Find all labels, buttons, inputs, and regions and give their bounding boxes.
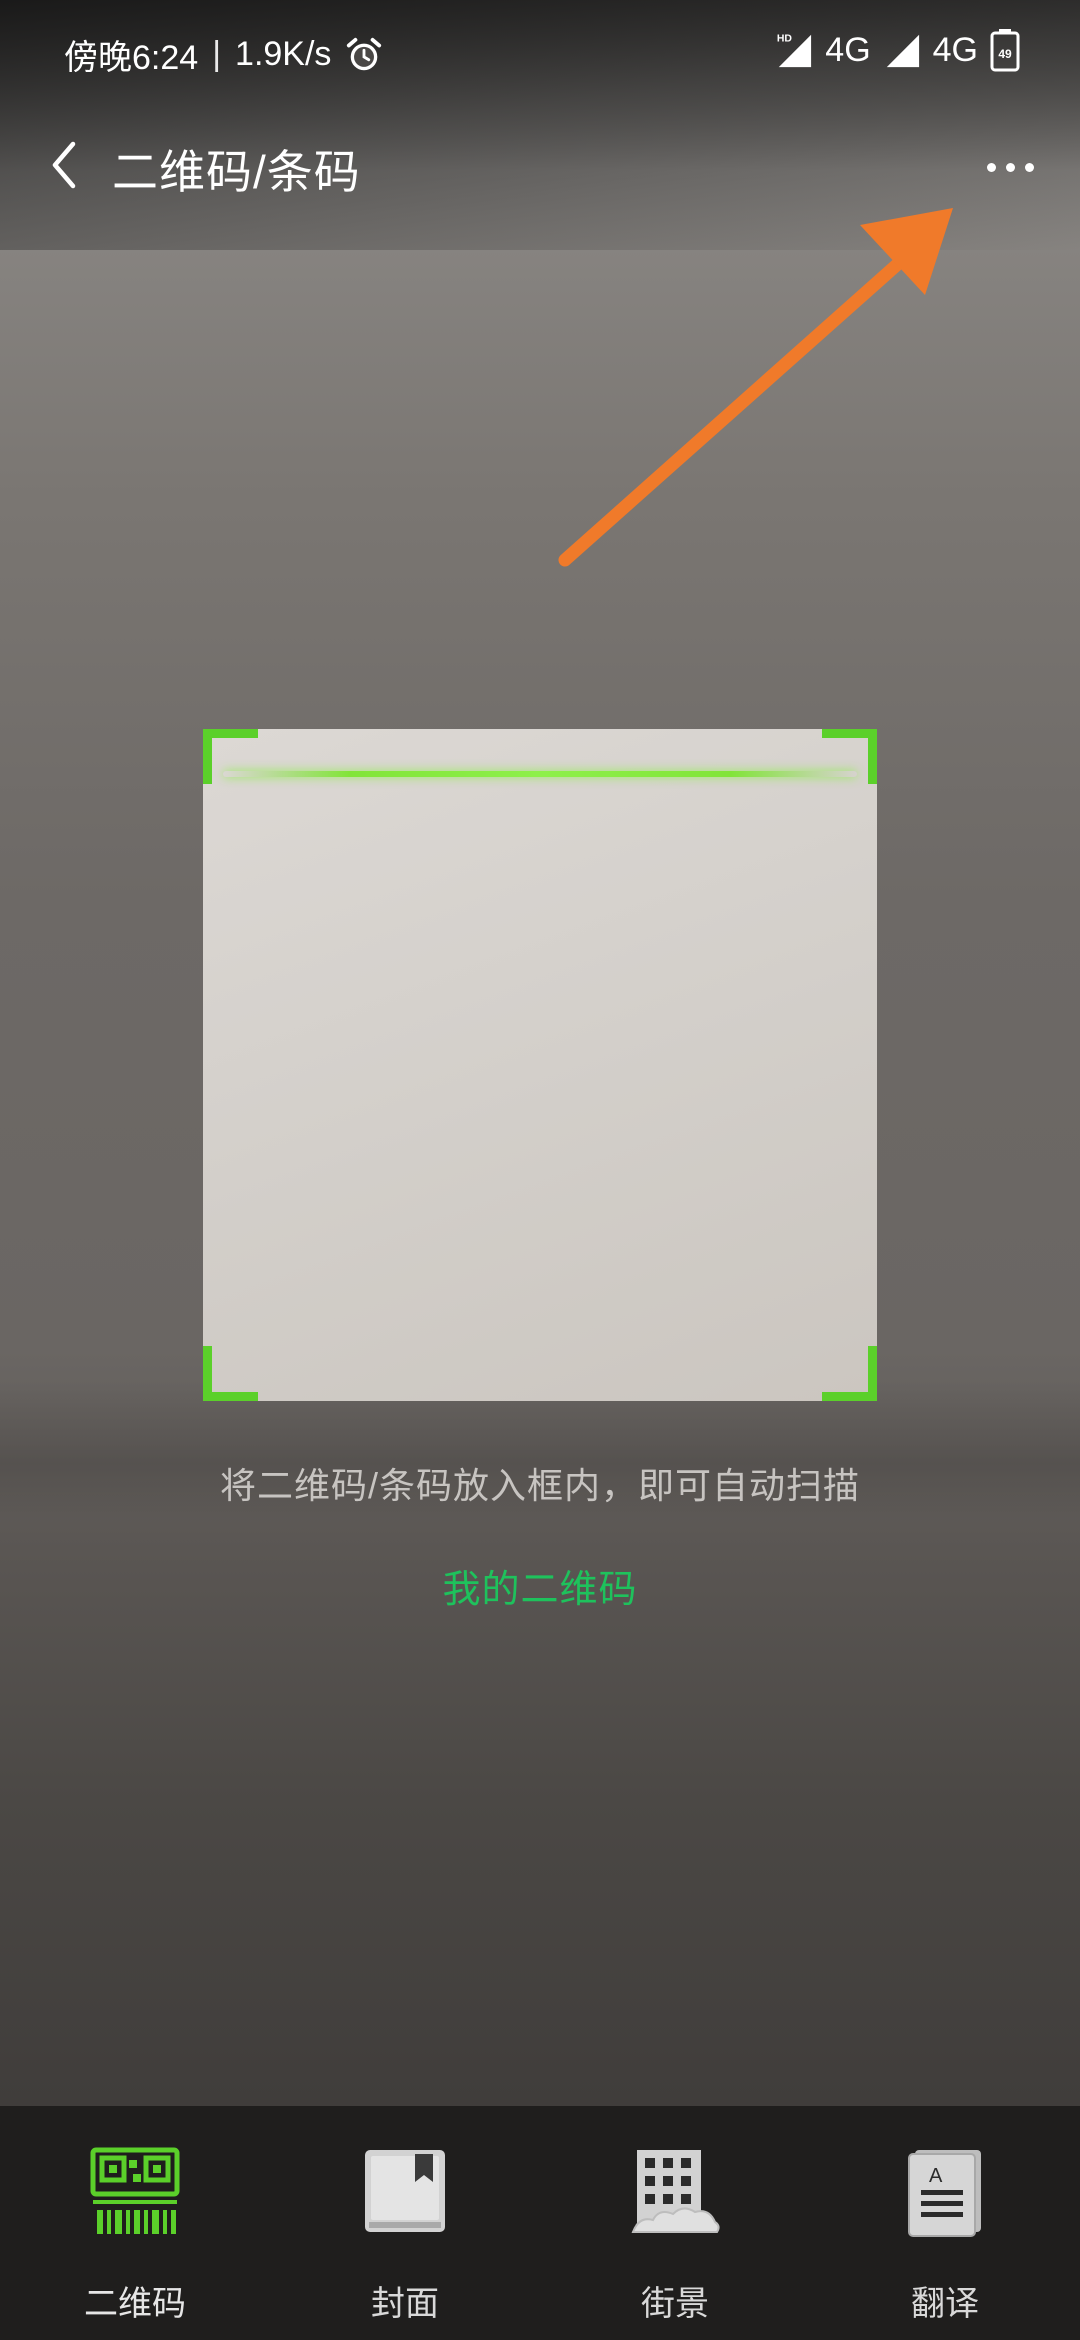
tab-translate[interactable]: A 翻译 [810,2106,1080,2340]
translate-document-icon: A [908,2150,981,2237]
scanner-screen: 傍晚6:24 | 1.9K/s HD 4G 4G 49 二维码/条码 将二维码/… [0,0,1080,2340]
scan-corner [203,1346,258,1401]
annotation-arrow-icon [558,208,953,567]
tab-label: 街景 [641,2285,709,2323]
my-qr-code-link[interactable]: 我的二维码 [0,1558,1080,1613]
tab-label: 二维码 [84,2285,186,2323]
tab-bar: 二维码 封面 街景 A 翻译 [0,2106,1080,2340]
tab-cover[interactable]: 封面 [270,2106,540,2340]
scan-line [223,771,857,777]
tab-street-view[interactable]: 街景 [540,2106,810,2340]
tab-label: 翻译 [911,2285,979,2323]
scan-corner [822,1346,877,1401]
svg-text:A: A [929,2165,943,2187]
street-view-icon [631,2150,720,2233]
tab-qr-code[interactable]: 二维码 [0,2106,270,2340]
qr-code-icon [90,2147,180,2234]
scan-frame [203,729,877,1401]
tab-label: 封面 [371,2285,439,2323]
scan-hint: 将二维码/条码放入框内，即可自动扫描 [219,1465,860,1506]
book-cover-icon [365,2150,445,2232]
